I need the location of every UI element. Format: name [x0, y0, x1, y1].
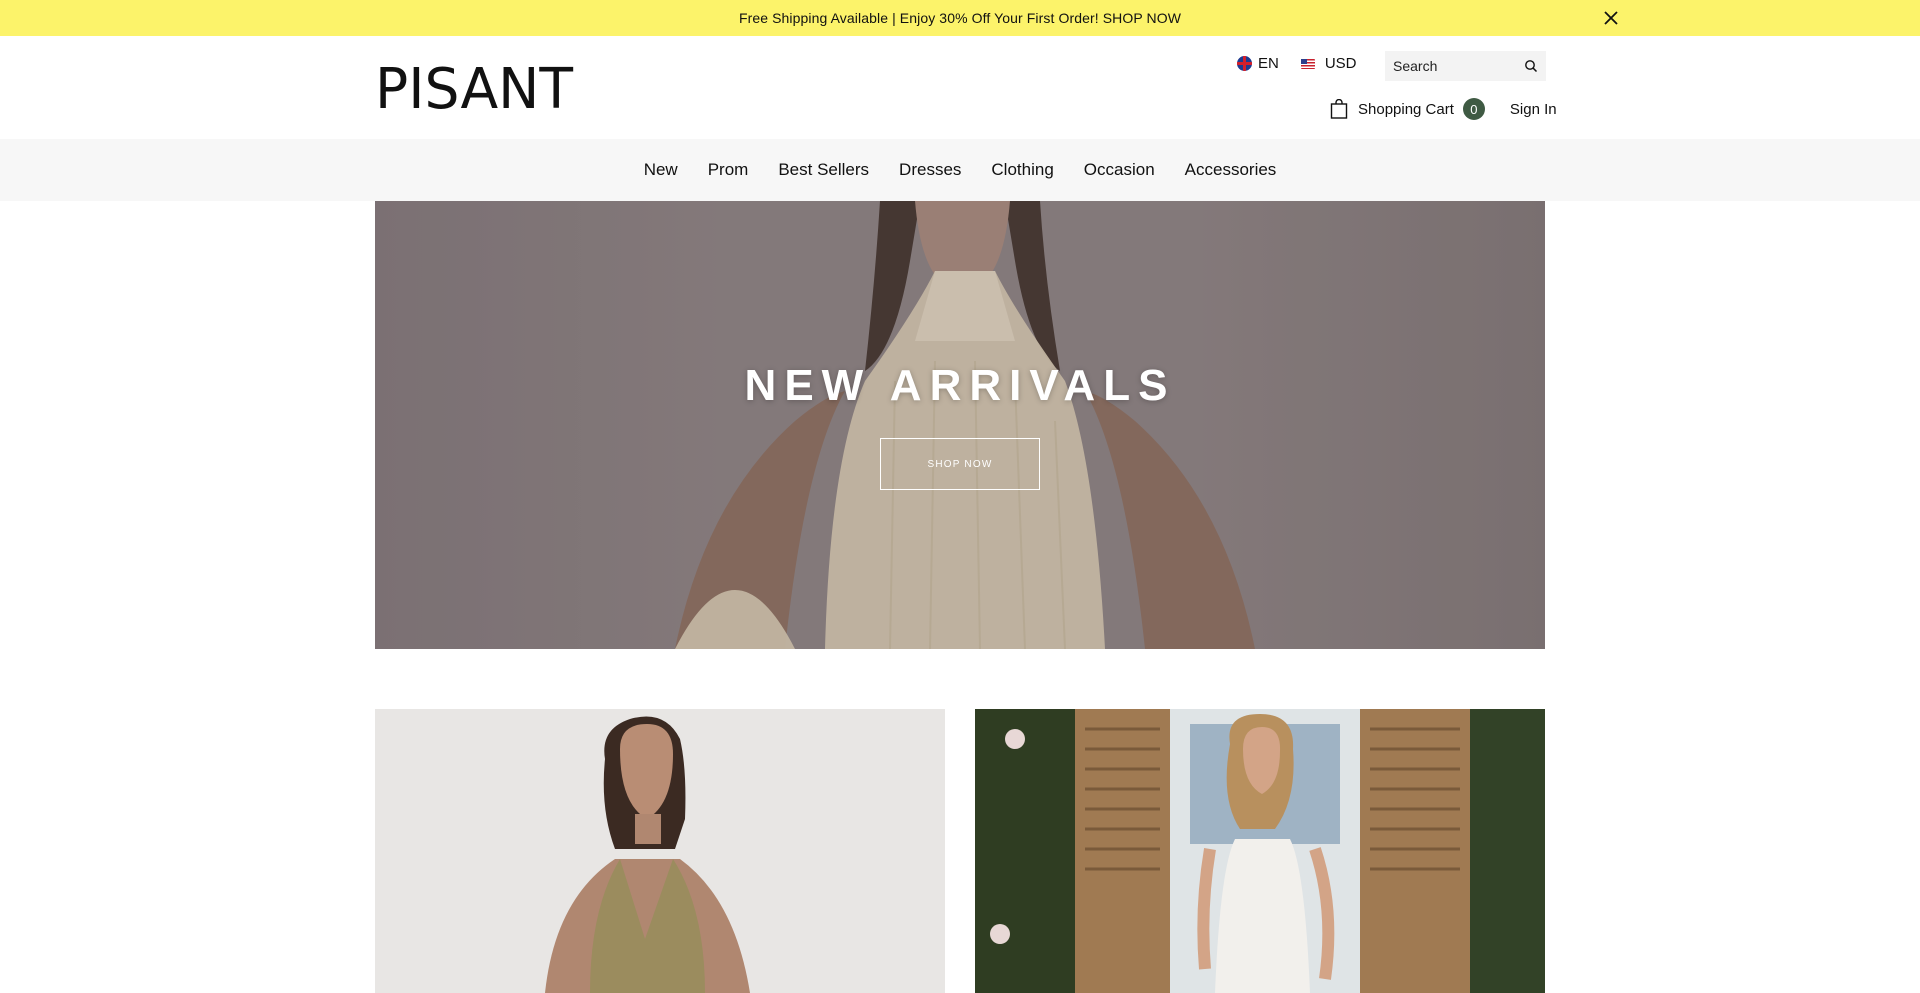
language-label: EN: [1258, 55, 1279, 72]
locale-controls: EN USD: [1237, 55, 1357, 72]
logo-text: PISANT: [375, 62, 574, 114]
promo-tile-left[interactable]: [375, 709, 945, 993]
currency-selector[interactable]: USD: [1300, 55, 1357, 72]
us-flag-icon: [1300, 58, 1315, 69]
search-icon[interactable]: [1524, 59, 1538, 73]
nav-item-dresses[interactable]: Dresses: [899, 160, 961, 180]
announcement-text[interactable]: Free Shipping Available | Enjoy 30% Off …: [739, 10, 1181, 26]
currency-label: USD: [1324, 55, 1357, 72]
shopping-cart-label: Shopping Cart: [1358, 100, 1454, 118]
nav-item-prom[interactable]: Prom: [708, 160, 749, 180]
promo-tile-right[interactable]: [975, 709, 1545, 993]
hero-banner[interactable]: NEW ARRIVALS SHOP NOW: [375, 201, 1545, 649]
shopping-cart-link[interactable]: Shopping Cart 0: [1330, 98, 1485, 120]
main-navigation: New Prom Best Sellers Dresses Clothing O…: [0, 139, 1920, 201]
search-box: [1385, 51, 1546, 81]
close-icon[interactable]: [1602, 9, 1620, 27]
nav-item-accessories[interactable]: Accessories: [1185, 160, 1277, 180]
sign-in-link[interactable]: Sign In: [1510, 101, 1557, 118]
pisant-logo[interactable]: PISANT: [375, 62, 575, 114]
hero-shop-now-button[interactable]: SHOP NOW: [880, 438, 1040, 490]
promo-image-halter-dress: [375, 709, 945, 993]
uk-flag-icon: [1237, 56, 1252, 71]
announcement-bar: Free Shipping Available | Enjoy 30% Off …: [0, 0, 1920, 36]
nav-item-new[interactable]: New: [644, 160, 678, 180]
nav-item-occasion[interactable]: Occasion: [1084, 160, 1155, 180]
nav-item-clothing[interactable]: Clothing: [991, 160, 1053, 180]
account-controls: Shopping Cart 0 Sign In: [1330, 98, 1557, 120]
language-selector[interactable]: EN: [1237, 55, 1279, 72]
hero-title: NEW ARRIVALS: [744, 361, 1176, 410]
promo-image-white-dress: [975, 709, 1545, 993]
shopping-bag-icon: [1330, 99, 1348, 119]
search-input[interactable]: [1393, 58, 1518, 74]
nav-item-best-sellers[interactable]: Best Sellers: [778, 160, 869, 180]
site-header: PISANT EN USD Shopping Cart 0 Sign In: [0, 36, 1920, 139]
cart-count-badge: 0: [1462, 98, 1485, 120]
hero-model-image: [375, 201, 1545, 649]
